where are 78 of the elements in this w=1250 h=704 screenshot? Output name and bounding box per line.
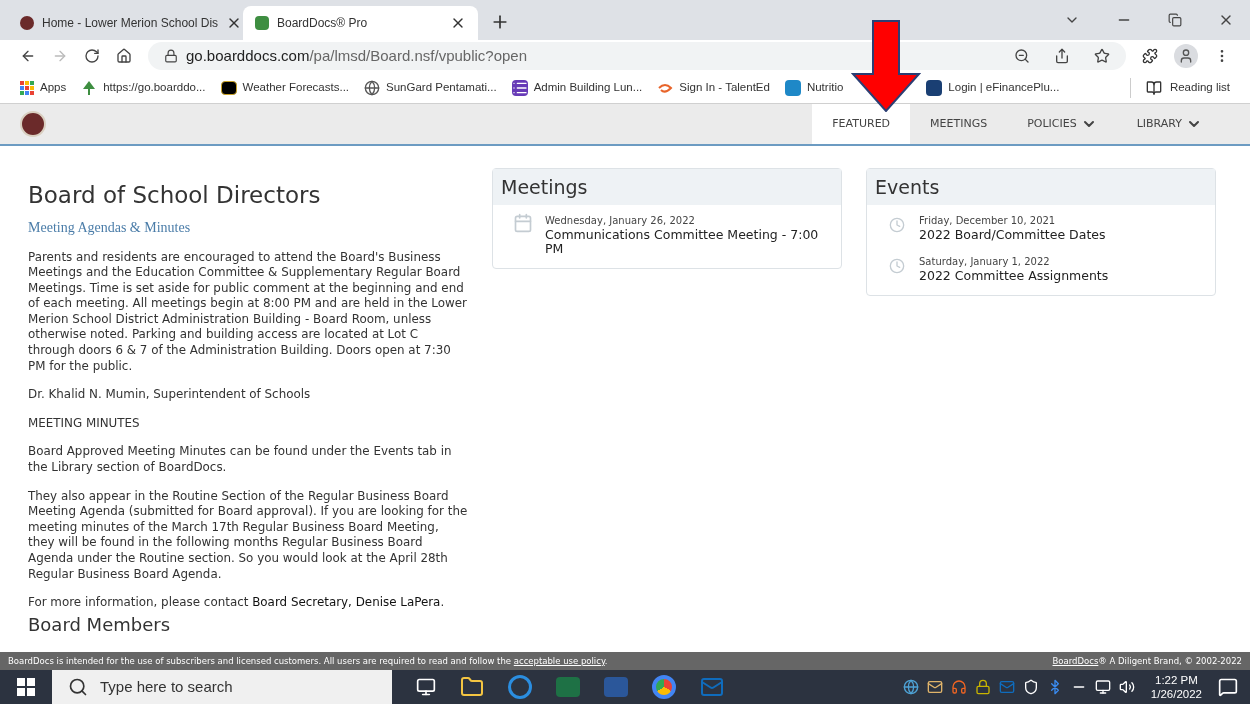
section-heading: Board Members <box>28 614 172 635</box>
apps-grid-icon <box>20 80 34 95</box>
volume-icon[interactable] <box>1118 679 1135 695</box>
headset-icon[interactable] <box>950 679 967 695</box>
item-link[interactable]: Communications Committee Meeting - 7:00 PM <box>545 228 821 256</box>
star-icon[interactable] <box>1094 48 1110 64</box>
page-heading: Board of School Directors <box>28 181 322 210</box>
tree-icon <box>81 79 98 96</box>
address-field[interactable]: go.boarddocs.com/pa/lmsd/Board.nsf/vpublic?open <box>148 42 1126 70</box>
clock-date[interactable]: 1/26/2022 <box>1150 687 1202 701</box>
item-date: Saturday, January 1, 2022 <box>919 255 1051 269</box>
browser-tab[interactable]: BoardDocs® Pro <box>243 6 478 40</box>
clock-time[interactable]: 1:22 PM <box>1155 673 1198 687</box>
bookmark-link[interactable]: SunGard Pentamati... <box>364 78 497 97</box>
nav-tab[interactable]: FEATURED <box>812 104 911 144</box>
bookmark-link[interactable]: Apps <box>20 78 67 97</box>
nav-tab[interactable]: MEETINGS <box>910 104 1008 144</box>
bookmark-link[interactable]: Sign In - TalentEd <box>657 78 770 97</box>
zoom-icon[interactable] <box>1014 48 1030 64</box>
paragraph-text: MEETING MINUTES <box>28 415 141 432</box>
p-logo-icon <box>926 79 943 96</box>
bookmark-link[interactable]: Admin Building Lun... <box>511 78 643 97</box>
reading-list-button[interactable]: Reading list <box>1145 78 1230 97</box>
share-icon[interactable] <box>1054 48 1070 64</box>
item-link[interactable]: 2022 Committee Assignments <box>919 269 1109 283</box>
panel-title: Meetings <box>501 175 589 199</box>
folder-icon[interactable] <box>460 675 484 699</box>
tab-title: Home - Lower Merion School Dis <box>42 15 219 32</box>
bookmark-link[interactable]: Weather Forecasts... <box>220 78 350 97</box>
paragraph-text: Parents and residents are encouraged to attend the Board's Business Meetings and the Education Committee & Supplementary Regular Board Meetings. Time is set aside for public comment at the beginning and end of each meeting. All meetings begin at 8:00 PM and are held in the Lower Merion School District Administration Building - Board Room, unless otherwise noted. Parking and building access are located at Lot C through doors 6 & 7 of the Administration Building. Doors open at 7:30 PM for the public. <box>28 249 468 375</box>
calendar-icon <box>513 213 533 233</box>
globe-icon[interactable] <box>902 679 919 695</box>
brand-link[interactable]: BoardDocs <box>1052 655 1099 666</box>
policy-link[interactable]: acceptable use policy <box>513 655 605 666</box>
bb-logo-icon <box>220 80 237 95</box>
taskbar-search-field[interactable]: Type here to search <box>52 670 392 704</box>
list-icon <box>511 79 528 96</box>
clock-icon <box>889 258 905 274</box>
reload-icon[interactable] <box>84 48 100 64</box>
extensions-icon[interactable] <box>1142 48 1158 64</box>
item-date: Friday, December 10, 2021 <box>919 214 1057 228</box>
nav-tab[interactable]: LIBRARY <box>1116 104 1222 144</box>
search-icon <box>68 677 88 697</box>
clock-icon <box>889 217 905 233</box>
url-text: go.boarddocs.com/pa/lmsd/Board.nsf/vpublic?open <box>186 45 529 66</box>
nav-tab[interactable]: POLICIES <box>1007 104 1117 144</box>
chrome-icon[interactable] <box>652 675 676 699</box>
mail-icon[interactable] <box>926 679 943 695</box>
task-view-icon[interactable] <box>416 677 436 697</box>
q-logo-icon <box>784 79 801 96</box>
favicon-icon <box>20 16 34 30</box>
bookmark-link[interactable]: Login | eFinancePlu... <box>926 78 1060 97</box>
globe-icon <box>364 79 381 96</box>
network-icon[interactable] <box>1094 679 1111 695</box>
panel-title: Events <box>875 175 941 199</box>
back-icon[interactable] <box>20 48 36 64</box>
notice-text: BoardDocs is intended for the use of subscribers and licensed customers. All users are required to read and follow the acceptable use policy. <box>8 654 608 668</box>
paragraph-text: Dr. Khalid N. Mumin, Superintendent of Schools <box>28 387 312 403</box>
bookmark-link[interactable]: https://go.boarddo... <box>81 78 206 97</box>
paragraph-text: Board Approved Meeting Minutes can be found under the Events tab in the Library section of BoardDocs. <box>28 444 453 476</box>
paragraph-text: For more information, please contact Board Secretary, Denise LaPera. <box>28 595 446 611</box>
profile-avatar[interactable] <box>1174 44 1198 68</box>
item-link[interactable]: 2022 Board/Committee Dates <box>919 228 1106 242</box>
paragraph-text: They also appear in the Routine Section of the Regular Business Board Meeting Agenda (submitted for Board approval). If you are looking for the meeting minutes of the March 17th Regular Business Board Meeting, they will be found in the following months Regular Business Board Agenda under the Routine section. So you would look at the April 28th Regular Business Board Agenda. <box>28 488 468 583</box>
restore-icon[interactable] <box>1168 13 1182 27</box>
favicon-icon <box>255 16 269 30</box>
tab-title: BoardDocs® Pro <box>277 15 369 32</box>
notifications-icon[interactable] <box>1218 677 1238 697</box>
page-subheading: Meeting Agendas & Minutes <box>28 218 192 237</box>
home-icon[interactable] <box>116 48 132 64</box>
reading-list-icon <box>1145 79 1162 96</box>
lock-icon <box>164 49 178 63</box>
brand-text: BoardDocs® A Diligent Brand, © 2002-2022 <box>1052 654 1242 668</box>
district-seal-icon <box>20 111 46 137</box>
bookmark-link[interactable]: Nutritio <box>784 78 844 97</box>
shield-icon[interactable] <box>1022 679 1039 695</box>
item-date: Wednesday, January 26, 2022 <box>545 214 696 228</box>
lock-icon[interactable] <box>974 679 991 695</box>
